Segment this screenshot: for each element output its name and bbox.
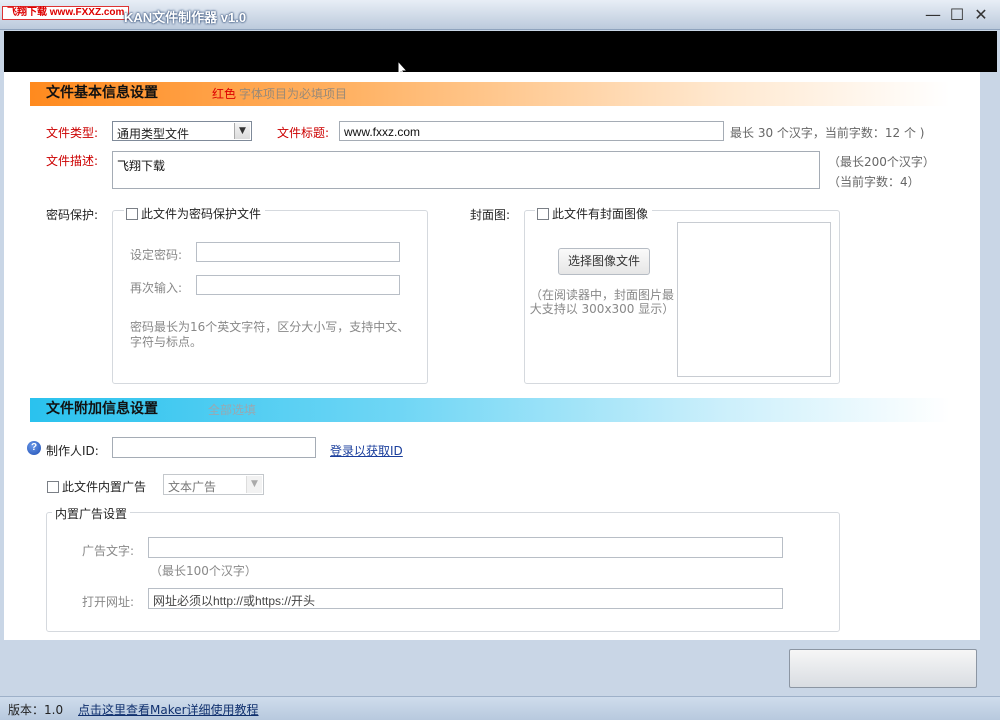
cover-label: 封面图: xyxy=(470,208,511,222)
cover-preview xyxy=(677,222,831,377)
cover-checkbox-box[interactable] xyxy=(537,208,549,220)
password-label: 密码保护: xyxy=(46,208,99,222)
ad-checkbox-box[interactable] xyxy=(47,481,59,493)
file-type-label: 文件类型: xyxy=(46,126,99,140)
choose-image-button[interactable]: 选择图像文件 xyxy=(558,248,650,275)
file-desc-label: 文件描述: xyxy=(46,154,99,168)
ad-checkbox-label: 此文件内置广告 xyxy=(62,480,147,494)
minimize-icon[interactable]: — xyxy=(924,6,942,24)
close-icon[interactable]: ✕ xyxy=(972,6,990,24)
required-note-red: 红色 xyxy=(212,87,237,101)
help-icon[interactable]: ? xyxy=(27,441,41,455)
ad-text-hint: （最长100个汉字） xyxy=(150,564,257,578)
repeat-password-input[interactable] xyxy=(196,275,400,295)
password-group xyxy=(112,210,428,384)
basic-info-title: 文件基本信息设置 xyxy=(46,84,158,100)
ad-url-input[interactable]: 网址必须以http://或https://开头 xyxy=(148,588,783,609)
optional-note: 全部选填 xyxy=(208,403,257,417)
password-checkbox-box[interactable] xyxy=(126,208,138,220)
login-link[interactable]: 登录以获取ID xyxy=(330,442,403,459)
ad-text-input[interactable] xyxy=(148,537,783,558)
chevron-down-icon: ▼ xyxy=(234,123,250,139)
ad-url-label: 打开网址: xyxy=(82,595,135,609)
creator-id-input[interactable] xyxy=(112,437,316,458)
file-type-select[interactable]: 通用类型文件 ▼ xyxy=(112,121,252,141)
ad-settings-title: 内置广告设置 xyxy=(52,505,131,522)
maximize-icon[interactable]: ☐ xyxy=(948,6,966,24)
password-checkbox[interactable]: 此文件为密码保护文件 xyxy=(124,205,266,222)
repeat-password-label: 再次输入: xyxy=(130,281,183,295)
extra-info-header: 文件附加信息设置 全部选填 xyxy=(30,398,950,422)
password-hint: 密码最长为16个英文字符，区分大小写，支持中文、字符与标点。 xyxy=(130,320,410,349)
file-desc-textarea[interactable]: 飞翔下载 xyxy=(112,151,820,189)
black-banner xyxy=(4,31,997,72)
cover-hint: （在阅读器中，封面图片最大支持以 300x300 显示） xyxy=(529,288,675,316)
ad-text-label: 广告文字: xyxy=(82,544,135,558)
help-tutorial-link[interactable]: 点击这里查看Maker详细使用教程 xyxy=(78,701,259,718)
file-title-input[interactable]: www.fxxz.com xyxy=(339,121,724,141)
title-bar: 飞翔下载 www.FXXZ.com KAN文件制作器 v1.0 — ☐ ✕ xyxy=(0,0,1000,30)
status-bar: 版本：1.0 点击这里查看Maker详细使用教程 xyxy=(0,696,1000,720)
file-title-label: 文件标题: xyxy=(277,126,330,140)
ad-type-value: 文本广告 xyxy=(168,480,217,494)
file-title-hint: 最长 30 个汉字，当前字数：12 个 ) xyxy=(730,126,925,140)
password-checkbox-label: 此文件为密码保护文件 xyxy=(141,207,262,221)
extra-info-title: 文件附加信息设置 xyxy=(46,400,158,416)
generate-button[interactable] xyxy=(789,649,977,688)
ad-checkbox[interactable]: 此文件内置广告 xyxy=(45,478,150,495)
set-password-label: 设定密码: xyxy=(130,248,183,262)
cover-checkbox[interactable]: 此文件有封面图像 xyxy=(535,205,653,222)
creator-id-label: 制作人ID: xyxy=(46,444,99,458)
basic-info-header: 文件基本信息设置 红色 字体项目为必填项目 xyxy=(30,82,950,106)
window-title: KAN文件制作器 v1.0 xyxy=(124,10,247,25)
cover-checkbox-label: 此文件有封面图像 xyxy=(552,207,649,221)
chevron-down-icon: ▼ xyxy=(246,476,262,493)
file-desc-hint-max: （最长200个汉字） xyxy=(828,155,935,169)
version-label: 版本：1.0 xyxy=(8,703,64,717)
watermark-logo: 飞翔下载 www.FXXZ.com xyxy=(2,6,130,20)
file-type-value: 通用类型文件 xyxy=(117,127,190,141)
required-note: 字体项目为必填项目 xyxy=(239,87,348,101)
file-desc-hint-count: （当前字数：4） xyxy=(828,175,920,189)
ad-type-select[interactable]: 文本广告 ▼ xyxy=(163,474,264,495)
set-password-input[interactable] xyxy=(196,242,400,262)
